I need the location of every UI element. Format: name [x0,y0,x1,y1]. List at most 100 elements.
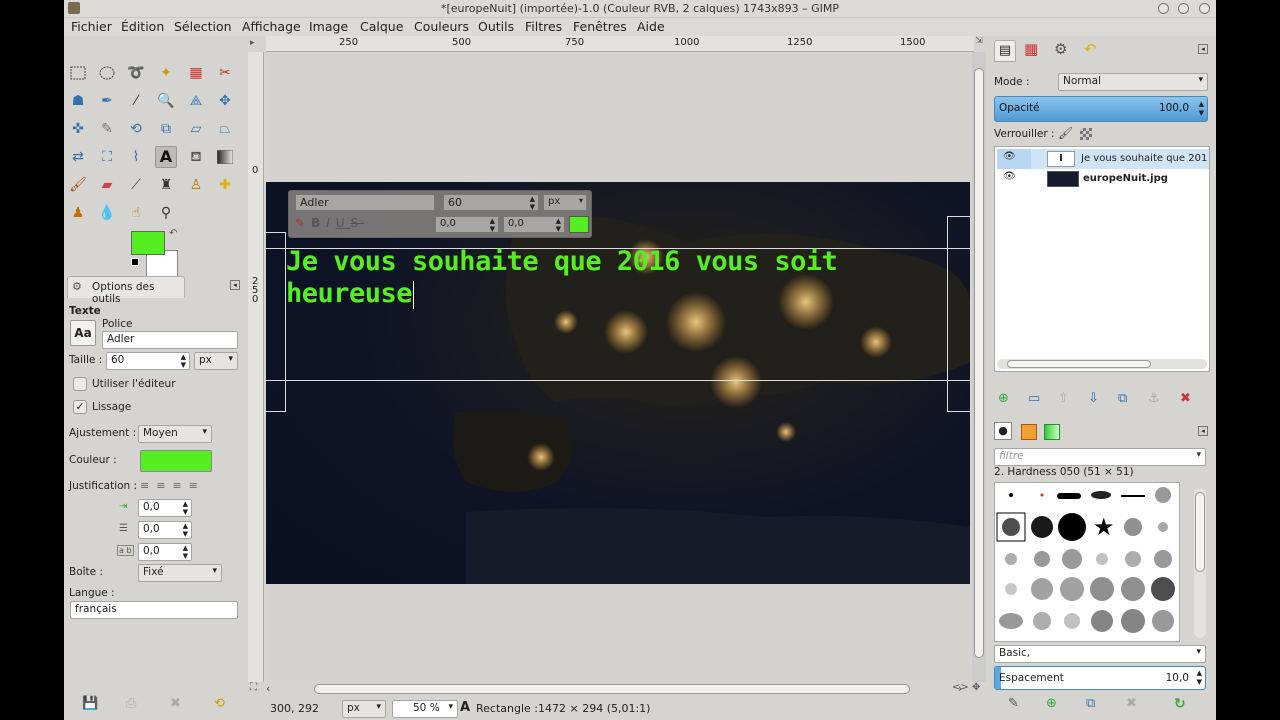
save-options-icon[interactable]: 💾 [82,696,98,711]
quick-mask-menu-icon[interactable]: ▸ [250,38,262,50]
new-layer-group-icon[interactable]: ▭ [1028,391,1040,406]
menu-fenetres[interactable]: Fenêtres [573,19,627,34]
navigate-icon[interactable]: ⛶ [250,682,257,693]
toolbar-unit-select[interactable]: px ▾ [543,194,587,211]
vertical-scrollbar[interactable] [972,52,986,682]
layers-hscrollbar[interactable] [997,359,1207,369]
cage-icon[interactable]: ⛶ [96,146,118,168]
letter-spacing-spinner[interactable]: 0,0 ▲ ▼ [138,543,192,561]
text-box-right-handle[interactable] [947,216,971,412]
underline-icon[interactable]: U [336,216,351,230]
font-preview-icon[interactable]: Aa [70,320,96,346]
horizontal-ruler[interactable]: 250 500 750 1000 1250 1500 [266,36,974,52]
layer-mode-select[interactable]: Normal ▾ [1058,73,1208,91]
lock-alpha-icon[interactable] [1080,128,1092,140]
menu-affichage[interactable]: Affichage [242,19,301,34]
ellipse-select-icon[interactable] [96,62,118,84]
vertical-scroll-thumb[interactable] [974,68,984,658]
rotate-icon[interactable]: ⟲ [125,118,147,140]
horizontal-scrollbar[interactable]: ‹ › [266,682,970,696]
tool-options-tab[interactable]: ⚙ Options des outils [67,276,185,305]
canvas-text-layer[interactable]: Je vous souhaite que 2016 vous soit heur… [286,246,838,310]
anchor-layer-icon[interactable]: ⚓ [1148,391,1160,406]
paths-icon[interactable]: ✒ [96,90,118,112]
clear-style-icon[interactable]: ✎ [295,216,311,230]
antialias-checkbox[interactable]: ✓ [73,400,87,414]
color-select-icon[interactable]: ▦ [185,62,207,84]
color-picker-icon[interactable]: ⁄ [125,90,147,112]
toolbar-size-spinner[interactable]: 60 ▲ ▼ [443,194,539,211]
patterns-tab-icon[interactable] [1021,424,1037,440]
blur-icon[interactable]: 💧 [96,202,118,224]
perspective-icon[interactable]: ⏢ [214,118,236,140]
menu-fichier[interactable]: Fichier [71,19,112,34]
crop-icon[interactable]: ✎ [96,118,118,140]
panel-menu-icon[interactable]: ◂ [1198,426,1208,436]
undo-history-tab-icon[interactable]: ↶ [1084,40,1097,58]
swap-colors-icon[interactable]: ↶ [169,228,177,239]
new-layer-icon[interactable]: ⊕ [998,391,1009,406]
menu-couleurs[interactable]: Couleurs [414,19,469,34]
brush-filter-field[interactable]: filtre ▾ [994,448,1206,466]
size-unit-select[interactable]: px ▾ [194,352,238,370]
delete-options-icon[interactable]: ✖ [170,696,181,711]
canvas[interactable]: Je vous souhaite que 2016 vous soit heur… [264,52,971,680]
ink-icon[interactable]: ♜ [155,174,177,196]
language-field[interactable]: français [70,601,238,619]
scissors-icon[interactable]: ✂ [214,62,236,84]
shear-icon[interactable]: ▱ [185,118,207,140]
move-icon[interactable]: ✥ [214,90,236,112]
lock-pixels-icon[interactable]: 🖌 [1058,126,1073,140]
text-box-left-handle[interactable] [264,232,286,412]
toolbar-color-button[interactable] [569,216,589,233]
delete-layer-icon[interactable]: ✖ [1180,391,1191,406]
layer-row[interactable]: 👁 I Je vous souhaite que 201 [995,149,1209,169]
lasso-icon[interactable]: ➰ [125,62,147,84]
raise-layer-icon[interactable]: ⇧ [1058,391,1069,406]
dodge-burn-icon[interactable]: ⚲ [155,202,177,224]
perspective-clone-icon[interactable]: ♟ [67,202,89,224]
scale-icon[interactable]: ⧉ [155,118,177,140]
brush-tag-select[interactable]: Basic, ▾ [994,645,1206,663]
paths-tab-icon[interactable]: ⚙ [1054,40,1067,58]
font-field[interactable]: Adler [102,331,238,349]
scroll-left-icon[interactable]: ‹ [266,682,270,695]
text-tool-icon[interactable]: A [155,146,177,168]
menu-selection[interactable]: Sélection [174,19,232,34]
brush-grid[interactable]: ★ [994,482,1180,642]
indent-spinner[interactable]: 0,0 ▲ ▼ [138,499,192,517]
new-brush-icon[interactable]: ⊕ [1046,696,1057,711]
menu-aide[interactable]: Aide [637,19,665,34]
zoom-follow-icon[interactable]: ⇲ [972,36,986,52]
channels-tab-icon[interactable]: ▦ [1024,40,1038,58]
default-colors-icon[interactable] [131,258,139,266]
refresh-brushes-icon[interactable]: ↻ [1174,696,1186,712]
smudge-icon[interactable]: ☝ [125,202,147,224]
warp-icon[interactable]: ⌇ [125,146,147,168]
brush-scroll-thumb[interactable] [1195,492,1205,572]
heal-icon[interactable]: ✚ [214,174,236,196]
bucket-fill-icon[interactable]: ⛾ [185,146,207,168]
reset-options-icon[interactable]: ⟲ [214,696,225,711]
measure-icon[interactable]: ⟁ [185,90,207,112]
foreground-select-icon[interactable]: ☗ [67,90,89,112]
box-select[interactable]: Fixé ▾ [138,564,222,582]
paintbrush-icon[interactable]: 🖌 [67,174,89,196]
europe-night-image[interactable] [266,182,970,584]
kerning-spinner[interactable]: 0,0 ▲ ▼ [503,216,565,233]
delete-brush-icon[interactable]: ✖ [1126,696,1137,711]
clone-icon[interactable]: ♙ [185,174,207,196]
use-editor-checkbox[interactable] [73,377,87,391]
baseline-spinner[interactable]: 0,0 ▲ ▼ [435,216,499,233]
gradient-icon[interactable] [214,146,236,168]
panel-menu-icon[interactable]: ◂ [1198,44,1208,54]
edit-brush-icon[interactable]: ✎ [1008,696,1019,711]
panel-menu-icon[interactable]: ◂ [230,280,240,290]
line-spacing-spinner[interactable]: 0,0 ▲ ▼ [138,521,192,539]
navigation-preview-icon[interactable]: ✥ [972,682,980,693]
duplicate-brush-icon[interactable]: ⧉ [1086,696,1095,711]
rect-select-icon[interactable] [67,62,89,84]
airbrush-icon[interactable]: ⟋ [125,174,147,196]
brushes-tab-icon[interactable]: ● [994,422,1012,440]
italic-icon[interactable]: I [326,216,336,230]
